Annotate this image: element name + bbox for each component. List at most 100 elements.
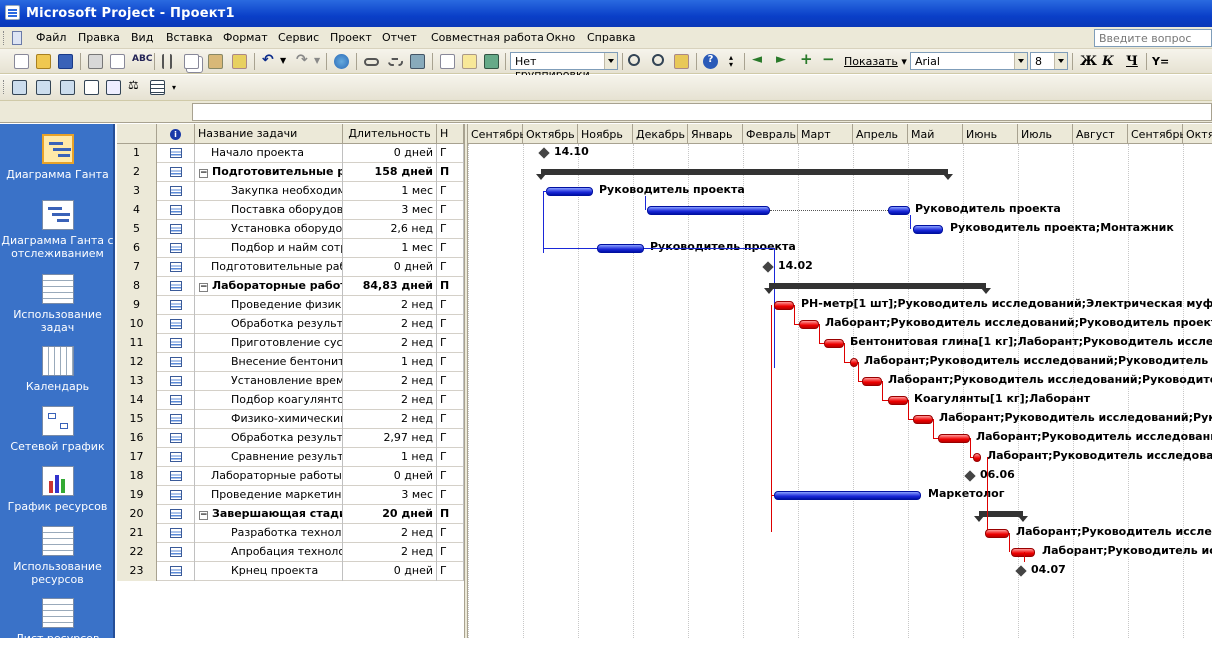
task-name-cell[interactable]: Крнец проекта [195, 562, 343, 581]
task-name-cell[interactable]: −Подготовительные раб [195, 163, 343, 182]
hide-subtasks-icon[interactable]: − [822, 50, 837, 68]
task-name-cell[interactable]: Обработка результат [195, 315, 343, 334]
summary-bar[interactable] [974, 511, 1028, 522]
milestone-marker[interactable] [538, 147, 550, 159]
start-cell[interactable]: Г [437, 524, 464, 543]
task-bar[interactable] [888, 206, 910, 215]
menu-collaborate[interactable]: Совместная работа [431, 31, 544, 44]
task-row[interactable]: 11 Приготовление суспе2 недГ [117, 334, 464, 353]
task-row[interactable]: 15 Физико-химический а2 недГ [117, 410, 464, 429]
redo-icon[interactable]: ↷ [296, 52, 311, 68]
start-cell[interactable]: П [437, 505, 464, 524]
task-row[interactable]: 9 Проведение физико-х2 недГ [117, 296, 464, 315]
task-bar[interactable] [824, 339, 844, 348]
task-row[interactable]: 14 Подбор коагулянтов 2 нед Г [117, 391, 464, 410]
timescale-month[interactable]: Апрель [853, 124, 908, 144]
timescale-month[interactable]: Май [908, 124, 963, 144]
task-name-cell[interactable]: Подбор и найм сотру [195, 239, 343, 258]
view-tracking-gantt[interactable]: Диаграмма Ганта с отслеживанием [0, 200, 115, 260]
save-icon[interactable] [58, 54, 73, 69]
font-select[interactable]: Arial [910, 52, 1028, 70]
open-icon[interactable] [36, 54, 51, 69]
duration-cell[interactable]: 1 нед [343, 353, 437, 372]
row-number[interactable]: 19 [117, 486, 157, 505]
duration-header[interactable]: Длительность [343, 124, 437, 144]
task-row[interactable]: 21 Разработка технолог 2 нед Г [117, 524, 464, 543]
menu-project[interactable]: Проект [330, 31, 372, 44]
start-cell[interactable]: Г [437, 220, 464, 239]
zoom-in-icon[interactable] [628, 54, 640, 66]
duration-cell[interactable]: 3 мес [343, 486, 437, 505]
row-number[interactable]: 23 [117, 562, 157, 581]
arrow-right-icon[interactable]: ► [776, 52, 791, 67]
start-cell[interactable]: Г [437, 239, 464, 258]
filter-icon[interactable]: Y= [1152, 55, 1169, 70]
view-resource-graph[interactable]: График ресурсов [0, 466, 115, 513]
task-bar[interactable] [888, 396, 908, 405]
duration-cell[interactable]: 0 дней [343, 144, 437, 163]
timescale-month[interactable]: Январь [688, 124, 743, 144]
duration-cell[interactable]: 2 нед [343, 372, 437, 391]
timescale-month[interactable]: Сентябрь [1128, 124, 1186, 144]
row-number[interactable]: 14 [117, 391, 157, 410]
task-row[interactable]: 17 Сравнение результат1 недГ [117, 448, 464, 467]
duration-cell[interactable]: 2 нед [343, 543, 437, 562]
spelling-icon[interactable]: ABC [132, 54, 152, 69]
task-row[interactable]: 12 Внесение бентонито 1 нед Г [117, 353, 464, 372]
chevron-down-icon[interactable] [604, 53, 617, 69]
task-row[interactable]: 18 Лабораторные работы в0 дней Г [117, 467, 464, 486]
task-info-icon[interactable] [440, 54, 455, 69]
duration-cell[interactable]: 2 нед [343, 296, 437, 315]
start-header[interactable]: Н [437, 124, 464, 144]
duration-cell[interactable]: 158 дней [343, 163, 437, 182]
timescale-month[interactable]: Июль [1018, 124, 1073, 144]
toolbar-grip-icon[interactable] [3, 80, 6, 94]
arrow-left-icon[interactable]: ◄ [752, 52, 767, 67]
task-row[interactable]: 3 Закупка необходимо 1 мес Г [117, 182, 464, 201]
collapse-icon[interactable]: − [199, 169, 208, 178]
format-painter-icon[interactable] [232, 54, 247, 69]
document-icon[interactable] [12, 31, 22, 45]
print-preview-icon[interactable] [110, 54, 125, 69]
task-name-cell[interactable]: Разработка технолог [195, 524, 343, 543]
task-bar[interactable] [774, 491, 921, 500]
task-row[interactable]: 10 Обработка результат2 недГ [117, 315, 464, 334]
task-row[interactable]: 5 Установка оборудов 2,6 нед Г [117, 220, 464, 239]
layout-icon-1[interactable] [12, 80, 27, 95]
show-subtasks-icon[interactable]: + [800, 50, 815, 68]
task-bar[interactable] [938, 434, 970, 443]
start-cell[interactable]: Г [437, 448, 464, 467]
start-cell[interactable]: Г [437, 258, 464, 277]
start-cell[interactable]: Г [437, 334, 464, 353]
timescale-month[interactable]: Март [798, 124, 853, 144]
task-bar[interactable] [985, 529, 1009, 538]
underline-button[interactable]: Ч [1126, 54, 1138, 69]
task-name-cell[interactable]: Закупка необходимо [195, 182, 343, 201]
row-number[interactable]: 7 [117, 258, 157, 277]
toolbar-grip-icon[interactable] [3, 31, 6, 45]
menu-edit[interactable]: Правка [78, 31, 120, 44]
duration-cell[interactable]: 1 нед [343, 448, 437, 467]
start-cell[interactable]: П [437, 277, 464, 296]
task-row[interactable]: 22 Апробация технолог 2 нед Г [117, 543, 464, 562]
task-name-cell[interactable]: Установление време [195, 372, 343, 391]
balance-icon[interactable]: ⚖ [128, 78, 143, 93]
chevron-down-icon[interactable] [1014, 53, 1027, 69]
task-bar[interactable] [1011, 548, 1035, 557]
task-name-cell[interactable]: Проведение физико-х [195, 296, 343, 315]
start-cell[interactable]: Г [437, 429, 464, 448]
task-row[interactable]: 8 − Лабораторные работы 84,83 дней П [117, 277, 464, 296]
timescale-month[interactable]: Сентябрь [468, 124, 526, 144]
start-cell[interactable]: П [437, 163, 464, 182]
task-row[interactable]: 20 − Завершающая стадия 20 дней П [117, 505, 464, 524]
start-cell[interactable]: Г [437, 486, 464, 505]
bold-button[interactable]: Ж [1080, 54, 1097, 69]
task-name-cell[interactable]: Лабораторные работы в [195, 467, 343, 486]
row-number[interactable]: 13 [117, 372, 157, 391]
row-number[interactable]: 5 [117, 220, 157, 239]
timescale-month[interactable]: Октябрь [523, 124, 578, 144]
collapse-icon[interactable]: − [199, 511, 208, 520]
row-number[interactable]: 8 [117, 277, 157, 296]
start-cell[interactable]: Г [437, 182, 464, 201]
task-name-cell[interactable]: Подготовительные работ [195, 258, 343, 277]
